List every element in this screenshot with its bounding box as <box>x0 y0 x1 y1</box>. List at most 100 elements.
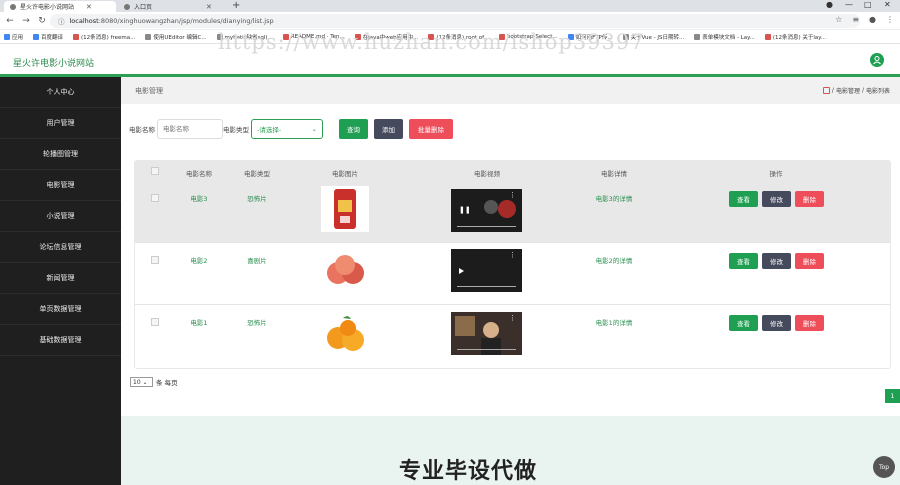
sidebar-item-personal-center[interactable]: 个人中心 <box>0 77 121 108</box>
url-path: :8080/xinghuowangzhan/jsp/modules/dianyi… <box>98 17 274 25</box>
info-icon: ⓘ <box>58 18 65 26</box>
site-title: 星火许电影小说网站 <box>13 59 95 69</box>
sidebar-item-novels[interactable]: 小说管理 <box>0 201 121 232</box>
profile-icon[interactable]: ● <box>869 15 876 24</box>
table-row: 电影2 喜剧片 ⋮ 电影2的详情 查看 修改 删除 <box>135 243 890 305</box>
more-icon[interactable]: ⋮ <box>509 192 516 199</box>
edit-button[interactable]: 修改 <box>762 191 791 207</box>
page-size-control: 10 ⌄ 条 每页 <box>130 377 178 387</box>
extensions-icon[interactable]: ≡ <box>852 15 859 24</box>
minimize-icon[interactable]: — <box>845 0 853 9</box>
delete-button[interactable]: 删除 <box>795 315 824 331</box>
movie-detail: 电影3的详情 <box>595 195 633 203</box>
user-avatar-icon[interactable] <box>870 53 884 67</box>
movie-name-input[interactable] <box>157 119 223 139</box>
view-button[interactable]: 查看 <box>729 191 758 207</box>
play-icon[interactable] <box>459 268 464 274</box>
browser-menu-icon[interactable]: ● <box>826 0 833 9</box>
browser-tab-title: 星火许电影小说网站 <box>20 4 75 11</box>
movie-type-select[interactable]: -请选择- ⌄ <box>251 119 323 139</box>
bookmark-item[interactable]: 使用UEditor 编辑C... <box>145 33 207 41</box>
sidebar-item-news[interactable]: 新闻管理 <box>0 263 121 294</box>
movie-type: 喜剧片 <box>247 257 267 265</box>
chevron-down-icon: ⌄ <box>311 125 317 133</box>
bookmark-item[interactable]: 表单模块文档 - Lay... <box>694 33 755 41</box>
delete-button[interactable]: 删除 <box>795 253 824 269</box>
edit-button[interactable]: 修改 <box>762 315 791 331</box>
bookmark-item[interactable]: (12条消息) 关于lay... <box>764 33 826 41</box>
home-icon[interactable] <box>822 87 830 94</box>
sidebar: 个人中心 用户管理 轮播图管理 电影管理 小说管理 论坛信息管理 新闻管理 单页… <box>0 77 121 485</box>
edit-button[interactable]: 修改 <box>762 253 791 269</box>
close-tab-icon[interactable]: ✕ <box>86 3 92 11</box>
star-icon[interactable]: ☆ <box>835 15 842 24</box>
bookmark-icon <box>33 33 40 40</box>
add-button[interactable]: 添加 <box>374 119 403 139</box>
page-number-button[interactable]: 1 <box>885 389 900 403</box>
back-icon[interactable]: ← <box>4 16 16 26</box>
movie-detail: 电影2的详情 <box>595 257 633 265</box>
browser-tab-active[interactable]: 星火许电影小说网站 ✕ <box>4 1 116 12</box>
row-checkbox[interactable] <box>151 256 159 264</box>
table-header: 电影名称 电影类型 电影图片 电影视频 电影详情 操作 <box>135 161 890 181</box>
site-favicon-icon <box>10 3 16 10</box>
progress-bar[interactable] <box>457 286 516 287</box>
more-icon[interactable]: ⋮ <box>509 315 516 322</box>
movie-type: 恐怖片 <box>247 319 267 327</box>
browser-tab-title: 入口页 <box>134 4 153 11</box>
url-host: localhost <box>69 17 99 25</box>
column-header: 电影图片 <box>332 170 358 178</box>
browser-tab[interactable]: 入口页 ✕ <box>118 1 228 12</box>
query-button[interactable]: 查询 <box>339 119 368 139</box>
movie-name: 电影1 <box>190 319 208 327</box>
bookmark-item[interactable]: 应用 <box>4 33 23 41</box>
sidebar-item-users[interactable]: 用户管理 <box>0 108 121 139</box>
movie-name: 电影2 <box>190 257 208 265</box>
movie-type: 恐怖片 <box>247 195 267 203</box>
video-player[interactable]: ⋮ ❚❚ <box>451 189 522 232</box>
apps-icon <box>4 33 10 40</box>
more-icon[interactable]: ⋮ <box>886 15 894 24</box>
page-size-select[interactable]: 10 ⌄ <box>130 377 153 387</box>
progress-bar[interactable] <box>457 226 516 227</box>
view-button[interactable]: 查看 <box>729 315 758 331</box>
select-all-checkbox[interactable] <box>151 167 159 175</box>
progress-bar[interactable] <box>457 349 516 350</box>
sidebar-item-forum[interactable]: 论坛信息管理 <box>0 232 121 263</box>
close-window-icon[interactable]: ✕ <box>884 0 891 9</box>
sidebar-item-carousel[interactable]: 轮播图管理 <box>0 139 121 170</box>
main-content: 电影管理 / 电影管理 / 电影列表 电影名称 电影类型 -请选择- ⌄ 查询 … <box>121 77 900 485</box>
breadcrumb-item[interactable]: 电影管理 <box>836 86 860 95</box>
column-header: 电影类型 <box>244 170 270 178</box>
video-player[interactable]: ⋮ <box>451 312 522 355</box>
maximize-icon[interactable]: □ <box>864 0 872 9</box>
pause-icon[interactable]: ❚❚ <box>459 206 471 214</box>
url-field[interactable]: ⓘ localhost:8080/xinghuowangzhan/jsp/mod… <box>50 14 860 28</box>
row-checkbox[interactable] <box>151 194 159 202</box>
reload-icon[interactable]: ↻ <box>36 16 48 26</box>
delete-button[interactable]: 删除 <box>795 191 824 207</box>
bookmark-icon <box>145 33 152 40</box>
forward-icon[interactable]: → <box>20 16 32 26</box>
bookmark-item[interactable]: 百度翻译 <box>33 33 63 41</box>
breadcrumb-bar: 电影管理 / 电影管理 / 电影列表 <box>121 77 900 104</box>
batch-delete-button[interactable]: 批量删除 <box>409 119 453 139</box>
search-form: 电影名称 电影类型 -请选择- ⌄ 查询 添加 批量删除 <box>129 119 453 139</box>
sidebar-item-basic-data[interactable]: 基础数据管理 <box>0 325 121 356</box>
sidebar-item-single-page[interactable]: 单页数据管理 <box>0 294 121 325</box>
close-tab-icon[interactable]: ✕ <box>206 3 212 11</box>
column-header: 电影视频 <box>474 170 500 178</box>
breadcrumb-item: 电影列表 <box>865 88 890 95</box>
browser-tab-strip: 星火许电影小说网站 ✕ 入口页 ✕ + ● — □ ✕ <box>0 0 900 12</box>
page-title: 电影管理 <box>135 87 163 95</box>
view-button[interactable]: 查看 <box>729 253 758 269</box>
bookmark-item[interactable]: (12条消息) freema... <box>73 33 135 41</box>
table-row: 电影3 恐怖片 ⋮ ❚❚ 电影3的详情 查看 修改 删除 <box>135 181 890 243</box>
row-checkbox[interactable] <box>151 318 159 326</box>
address-bar: ← → ↻ ⓘ localhost:8080/xinghuowangzhan/j… <box>0 12 900 30</box>
video-player[interactable]: ⋮ <box>451 249 522 292</box>
back-to-top-button[interactable]: Top <box>873 456 895 478</box>
more-icon[interactable]: ⋮ <box>509 252 516 259</box>
sidebar-item-movies[interactable]: 电影管理 <box>0 170 121 201</box>
new-tab-button[interactable]: + <box>232 0 240 11</box>
